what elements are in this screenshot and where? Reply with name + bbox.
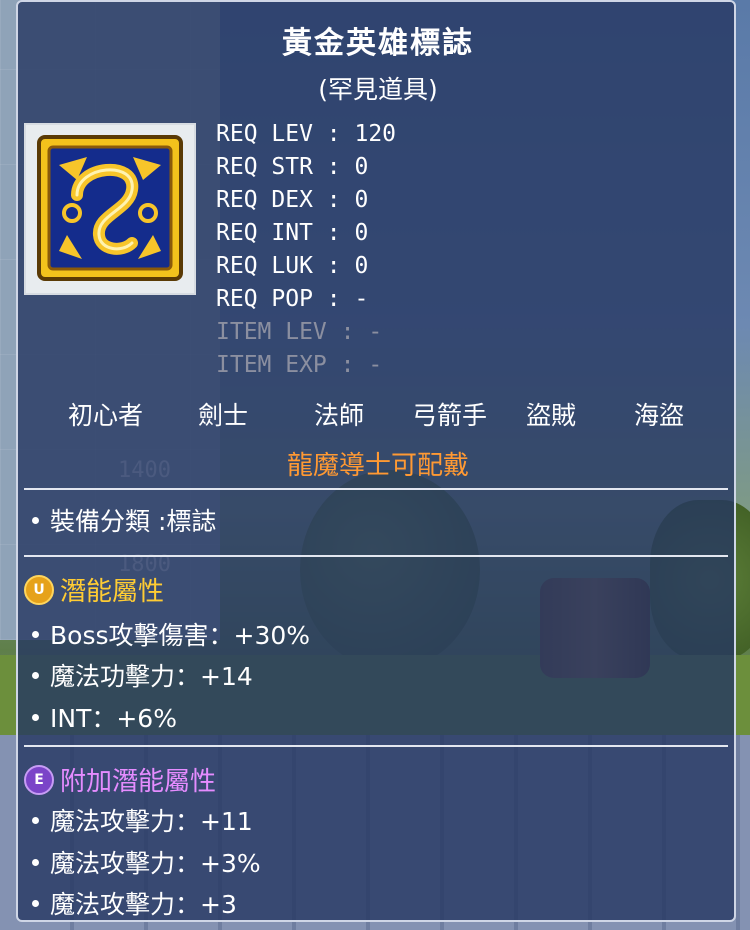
job-bowman: 弓箭手 (412, 401, 488, 430)
item-rarity: (罕見道具) (318, 75, 438, 104)
potential-line: 魔法功擊力：+14 (50, 662, 253, 691)
req-value: 0 (354, 187, 369, 213)
bullet-icon (32, 714, 39, 721)
job-beginner: 初心者 (68, 401, 144, 430)
bullet-icon (32, 631, 39, 638)
req-dex: REQ DEX : 0 (216, 187, 369, 213)
req-value: 0 (354, 253, 369, 279)
req-label: REQ POP (216, 286, 313, 312)
potential-header: U 潛能屬性 (24, 571, 164, 608)
epic-grade-icon: E (24, 764, 54, 795)
unique-grade-icon: U (24, 574, 54, 605)
req-level: REQ LEV : 120 (216, 121, 397, 147)
req-label: ITEM EXP (216, 352, 327, 378)
potential-line: Boss攻擊傷害：+30% (50, 621, 311, 650)
req-value: 0 (354, 154, 369, 180)
equip-category: 裝備分類 :標誌 (50, 507, 217, 536)
req-label: REQ LEV (216, 121, 313, 147)
req-value: 0 (354, 220, 369, 246)
emblem-icon (37, 135, 183, 281)
divider (24, 488, 728, 490)
potential-title: 潛能屬性 (60, 577, 165, 607)
item-icon-frame (24, 123, 196, 295)
divider (24, 745, 728, 747)
job-pirate: 海盜 (634, 401, 685, 430)
potential-line: INT：+6% (50, 704, 177, 733)
bullet-icon (32, 859, 39, 866)
job-thief: 盜賊 (526, 401, 577, 430)
req-label: REQ LUK (216, 253, 313, 279)
req-luk: REQ LUK : 0 (216, 253, 369, 279)
req-int: REQ INT : 0 (216, 220, 369, 246)
item-exp: ITEM EXP : - (216, 352, 383, 378)
req-str: REQ STR : 0 (216, 154, 369, 180)
req-label: REQ DEX (216, 187, 313, 213)
req-label: REQ STR (216, 154, 313, 180)
job-note: 龍魔導士可配戴 (286, 451, 469, 481)
bonus-potential-line: 魔法攻擊力：+3 (50, 890, 237, 919)
req-value: 120 (354, 121, 397, 147)
req-label: REQ INT (216, 220, 313, 246)
req-value: - (354, 286, 369, 312)
item-name: 黃金英雄標誌 (282, 26, 474, 61)
bullet-icon (32, 672, 39, 679)
bonus-potential-line: 魔法攻擊力：+11 (50, 807, 253, 836)
bullet-icon (32, 517, 39, 524)
req-label: ITEM LEV (216, 319, 327, 345)
req-pop: REQ POP : - (216, 286, 369, 312)
req-value: - (368, 319, 383, 345)
bonus-potential-title: 附加潛能屬性 (60, 767, 217, 797)
job-warrior: 劍士 (198, 401, 249, 430)
bonus-potential-line: 魔法攻擊力：+3% (50, 849, 261, 878)
item-tooltip: 黃金英雄標誌 (罕見道具) REQ LEV : 120 REQ STR : 0 … (16, 0, 736, 922)
divider (24, 555, 728, 557)
job-magician: 法師 (314, 401, 365, 430)
item-level: ITEM LEV : - (216, 319, 383, 345)
bonus-potential-header: E 附加潛能屬性 (24, 761, 216, 798)
bullet-icon (32, 817, 39, 824)
bullet-icon (32, 900, 39, 907)
req-value: - (368, 352, 383, 378)
